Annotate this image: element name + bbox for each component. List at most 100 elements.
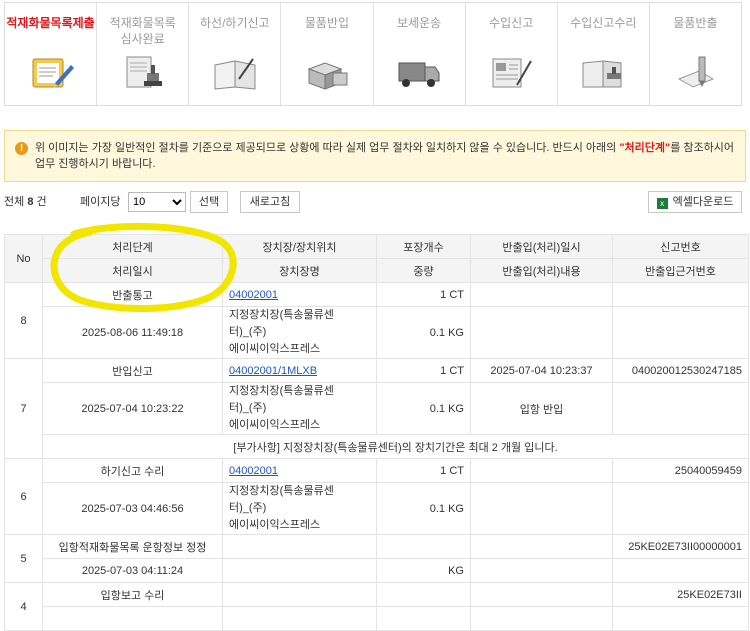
- row-io-datetime: [470, 282, 613, 307]
- step-goods-in[interactable]: 물품반입: [281, 3, 374, 105]
- row-io-datetime: [470, 534, 613, 559]
- book-stamp-icon: [577, 53, 629, 93]
- table-row: 6 하기신고 수리 04002001 1 CT 25040059459: [4, 458, 749, 535]
- step-unload-report[interactable]: 하선/하기신고: [189, 3, 282, 105]
- step-bonded-transport[interactable]: 보세운송: [374, 3, 466, 105]
- row-basis-no: [612, 382, 749, 435]
- document-stamp-icon: [117, 53, 169, 93]
- step-manifest-review[interactable]: 적재화물목록 심사완료: [97, 3, 190, 105]
- notice-highlight: "처리단계": [619, 142, 671, 154]
- table-row-note: [부가사항] 지정장치장(특송물류센터)의 장치기간은 최대 2 개월 입니다.: [5, 434, 749, 459]
- col-basis-no: 반출입근거번호: [612, 258, 749, 283]
- step-label: 물품반출: [673, 16, 718, 30]
- col-no: No: [4, 234, 43, 283]
- row-proc-datetime: 2025-07-03 04:46:56: [42, 482, 223, 535]
- row-basis-no: [612, 306, 749, 359]
- open-book-pen-icon: [209, 53, 261, 93]
- row-io-content: 입항 반입: [470, 382, 613, 435]
- row-weight: [376, 606, 471, 631]
- row-basis-no: [612, 558, 749, 583]
- row-proc-datetime: 2025-08-06 11:49:18: [42, 306, 223, 359]
- excel-download-button[interactable]: x 엑셀다운로드: [648, 191, 742, 213]
- table-row: 2025-07-04 10:23:22 지정장치장(특송물류센터)_(주) 에이씨…: [5, 382, 749, 435]
- excel-icon: x: [656, 198, 668, 209]
- row-decl-no: 25KE02E73II: [612, 582, 749, 607]
- warning-icon: !: [15, 142, 28, 155]
- table-row: 2025-08-06 11:49:18 지정장치장(특송물류센터)_(주) 에이씨…: [5, 306, 749, 359]
- row-weight: 0.1 KG: [376, 306, 471, 359]
- row-warehouse: 지정장치장(특송물류센터)_(주) 에이씨이익스프레스: [229, 385, 334, 431]
- col-location: 장치장/장치위치: [222, 234, 377, 259]
- process-steps-nav: 적재화물목록제출 적재화물목록 심사완료 하선/하기신고 물품반입 보세운송 수입…: [4, 2, 742, 106]
- step-label: 수입신고: [489, 16, 534, 30]
- row-proc-datetime: [42, 606, 223, 631]
- col-decl-no: 신고번호: [612, 234, 749, 259]
- clipboard-pencil-icon: [25, 53, 77, 93]
- step-manifest-submit[interactable]: 적재화물목록제출: [5, 3, 98, 105]
- list-toolbar: 전체 8 건 페이지당 10 선택 새로고침 x 엑셀다운로드: [4, 190, 746, 214]
- step-import-declaration[interactable]: 수입신고: [466, 3, 558, 105]
- table-row: 2025-07-03 04:11:24 KG: [5, 558, 749, 583]
- step-label: 하선/하기신고: [200, 16, 270, 30]
- row-note: [부가사항] 지정장치장(특송물류센터)의 장치기간은 최대 2 개월 입니다.: [42, 434, 749, 459]
- step-label: 적재화물목록 심사완료: [109, 16, 176, 46]
- procedure-notice: ! 위 이미지는 가장 일반적인 절차를 기준으로 제공되므로 상황에 따라 실…: [4, 130, 746, 182]
- row-step: 반출통고: [42, 282, 223, 307]
- row-io-content: [470, 558, 613, 583]
- row-pkg: 1 CT: [376, 458, 471, 483]
- row-location: [222, 534, 377, 559]
- row-step: 입항보고 수리: [42, 582, 223, 607]
- row-pkg: 1 CT: [376, 282, 471, 307]
- table-row: 2025-07-03 04:46:56 지정장치장(특송물류센터)_(주) 에이씨…: [5, 482, 749, 535]
- per-page-label: 페이지당: [80, 196, 121, 208]
- step-import-accepted[interactable]: 수입신고수리: [558, 3, 650, 105]
- col-proc-datetime: 처리일시: [42, 258, 223, 283]
- row-step: 하기신고 수리: [42, 458, 223, 483]
- row-io-content: [470, 306, 613, 359]
- row-io-content: [470, 606, 613, 631]
- step-goods-out[interactable]: 물품반출: [650, 3, 741, 105]
- row-decl-no: [612, 282, 749, 307]
- row-no: 6: [4, 458, 43, 535]
- processing-history-table: No 처리단계 장치장/장치위치 포장개수 반출입(처리)일시 신고번호 처리일…: [4, 234, 749, 631]
- per-page-select[interactable]: 10: [128, 192, 186, 212]
- row-weight: 0.1 KG: [376, 482, 471, 535]
- row-step: 반입신고: [42, 358, 223, 383]
- row-basis-no: [612, 606, 749, 631]
- table-row: 4 입항보고 수리 25KE02E73II: [4, 582, 749, 631]
- table-row: 7 반입신고 04002001/1MLXB 1 CT 2025-07-04 10…: [4, 358, 749, 459]
- col-weight: 중량: [376, 258, 471, 283]
- step-label: 보세운송: [396, 16, 442, 30]
- report-pen-icon: [485, 53, 537, 93]
- row-no: 5: [4, 534, 43, 583]
- step-label: 물품반입: [304, 16, 350, 30]
- row-location: [222, 582, 377, 607]
- row-step: 입항적재화물목록 운항정보 정정: [42, 534, 223, 559]
- row-no: 7: [4, 358, 43, 459]
- select-button[interactable]: 선택: [190, 191, 228, 213]
- row-no: 4: [4, 582, 43, 631]
- row-io-datetime: 2025-07-04 10:23:37: [470, 358, 613, 383]
- pen-paper-icon: [669, 53, 721, 93]
- row-io-content: [470, 482, 613, 535]
- row-warehouse: 지정장치장(특송물류센터)_(주) 에이씨이익스프레스: [229, 309, 334, 355]
- notice-text-before: 위 이미지는 가장 일반적인 절차를 기준으로 제공되므로 상황에 따라 실제 …: [35, 142, 620, 154]
- row-io-datetime: [470, 582, 613, 607]
- location-link[interactable]: 04002001/1MLXB: [229, 365, 317, 377]
- row-proc-datetime: 2025-07-04 10:23:22: [42, 382, 223, 435]
- row-decl-no: 25KE02E73II00000001: [612, 534, 749, 559]
- col-warehouse: 장치장명: [222, 258, 377, 283]
- row-io-datetime: [470, 458, 613, 483]
- location-link[interactable]: 04002001: [229, 465, 278, 477]
- location-link[interactable]: 04002001: [229, 289, 278, 301]
- row-warehouse: [222, 606, 377, 631]
- truck-icon: [393, 53, 445, 93]
- col-pkg: 포장개수: [376, 234, 471, 259]
- col-io-content: 반출입(처리)내용: [470, 258, 613, 283]
- row-proc-datetime: 2025-07-03 04:11:24: [42, 558, 223, 583]
- total-count: 전체 8 건: [4, 196, 47, 208]
- row-pkg: [376, 534, 471, 559]
- row-no: 8: [4, 282, 43, 359]
- refresh-button[interactable]: 새로고침: [240, 191, 300, 213]
- row-weight: KG: [376, 558, 471, 583]
